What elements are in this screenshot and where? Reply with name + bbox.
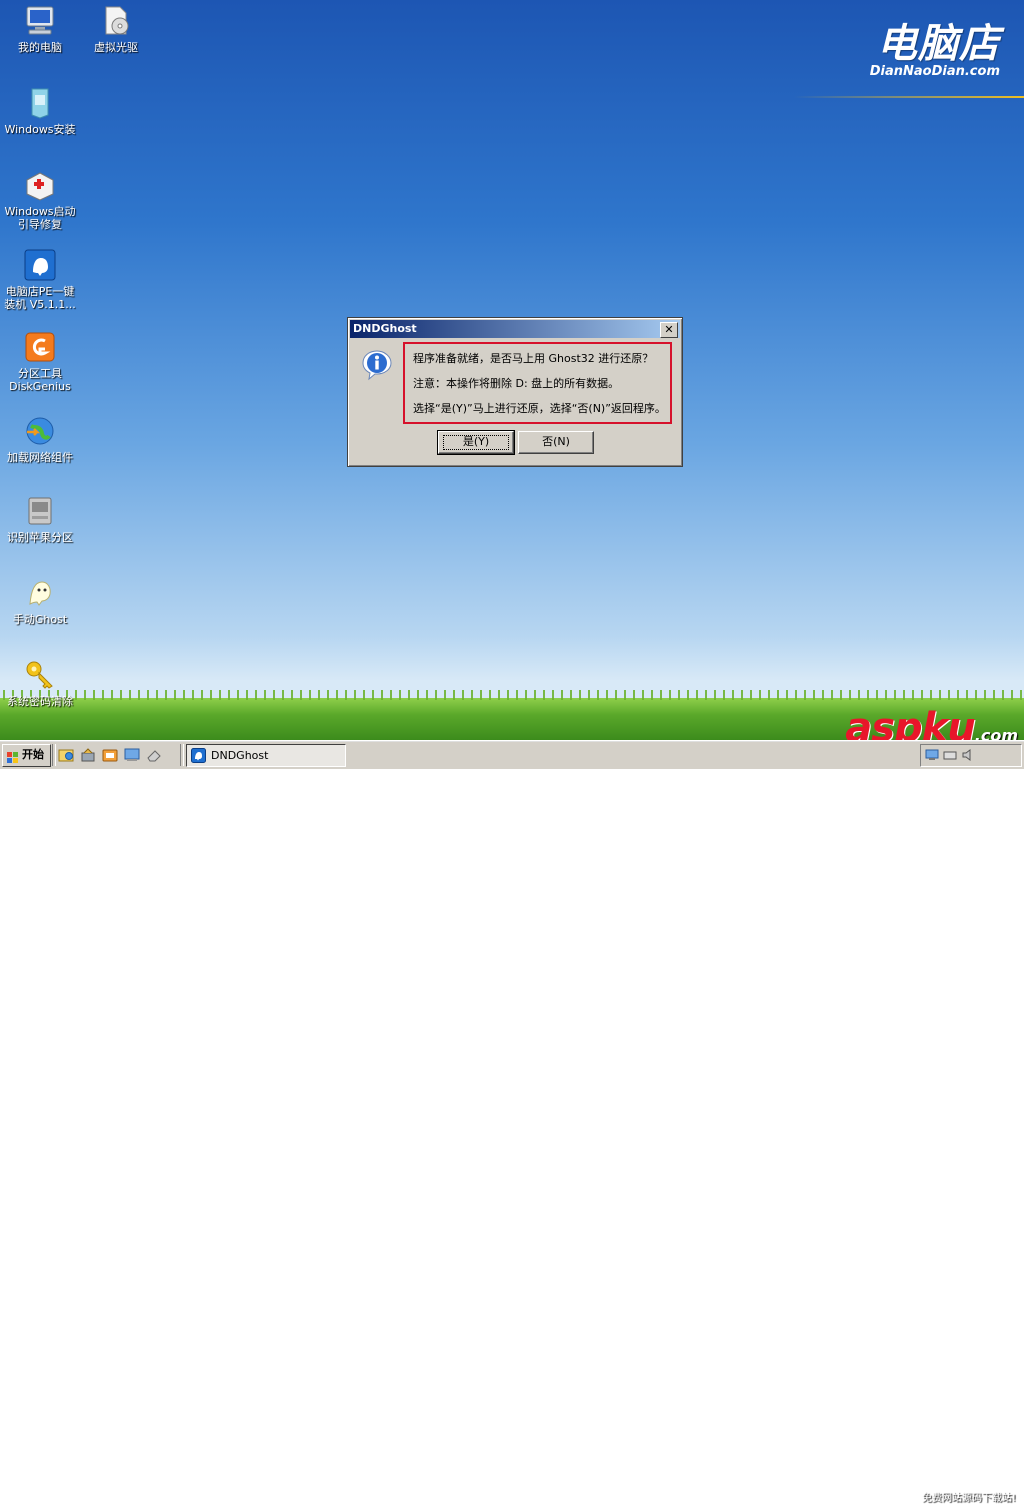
desktop-icon-password-clear[interactable]: 系统密码清除	[0, 658, 80, 708]
start-label: 开始	[22, 748, 44, 761]
watermark-main: aspku	[845, 705, 976, 740]
virtual-cd-icon	[99, 4, 133, 38]
desktop-icon-my-computer[interactable]: 我的电脑	[0, 4, 80, 54]
desktop-icon-network[interactable]: 加载网络组件	[0, 414, 80, 464]
ghost-icon	[23, 576, 57, 610]
logo-chinese: 电脑店	[877, 21, 1000, 67]
volume-tray-icon[interactable]	[961, 748, 975, 762]
desktop-icon-virtual-drive[interactable]: 虚拟光驱	[76, 4, 156, 54]
quicklaunch-folder-icon[interactable]	[102, 747, 118, 763]
no-button-label: 否(N)	[542, 435, 570, 448]
hard-drive-icon	[23, 494, 57, 528]
yes-button[interactable]: 是(Y)	[437, 430, 515, 455]
desktop-icon-pe-installer[interactable]: 电脑店PE一键 装机 V5.1.1...	[0, 248, 80, 311]
info-icon	[361, 349, 393, 381]
quicklaunch-tools-icon[interactable]	[80, 747, 96, 763]
taskbar-item-dndghost[interactable]: DNDGhost	[186, 744, 346, 767]
desktop-icon-windows-install[interactable]: Windows安装	[0, 86, 80, 136]
windows-logo-icon	[7, 750, 18, 763]
first-aid-kit-icon	[23, 168, 57, 202]
message-line-instruction: 选择“是(Y)”马上进行还原，选择“否(N)”返回程序。	[413, 402, 666, 415]
dndghost-app-icon	[191, 748, 206, 763]
taskbar-item-label: DNDGhost	[211, 749, 269, 762]
taskbar-separator	[180, 744, 184, 766]
logo-english: DianNaoDian.com	[869, 64, 1000, 79]
quicklaunch-network-icon[interactable]	[124, 747, 140, 763]
desktop-icon-manual-ghost[interactable]: 手动Ghost	[0, 576, 80, 626]
diskgenius-icon	[23, 330, 57, 364]
quicklaunch-explorer-icon[interactable]	[58, 747, 74, 763]
globe-network-icon	[23, 414, 57, 448]
close-icon: ✕	[664, 323, 674, 336]
quicklaunch-eraser-icon[interactable]	[146, 747, 162, 763]
desktop-icon-boot-repair[interactable]: Windows启动 引导修复	[0, 168, 80, 231]
focus-rect	[443, 435, 509, 450]
taskbar: 开始 DNDGhost 免费网站源码下载站!	[0, 740, 1024, 1504]
start-button[interactable]: 开始	[2, 744, 51, 767]
windows-install-icon	[23, 86, 57, 120]
watermark-subtitle: 免费网站源码下载站!	[921, 1493, 1016, 1504]
no-button[interactable]: 否(N)	[518, 431, 594, 454]
system-tray	[920, 744, 1022, 767]
watermark-logo: aspku.com	[845, 708, 1018, 740]
brand-logo: 电脑店 DianNaoDian.com	[870, 22, 1000, 80]
ghost-app-icon	[23, 248, 57, 282]
dialog-titlebar[interactable]: DNDGhost ✕	[350, 320, 680, 338]
computer-icon	[23, 4, 57, 38]
message-line-ready: 程序准备就绪，是否马上用 Ghost32 进行还原？	[413, 352, 654, 365]
dialog-title: DNDGhost	[353, 322, 417, 335]
keyboard-tray-icon[interactable]	[943, 748, 957, 762]
ghost-confirm-dialog: DNDGhost ✕ 程序准备就绪，是否马上用 Ghost32 进行还原？ 注意…	[347, 317, 683, 467]
logo-underline	[794, 96, 1024, 98]
watermark-suffix: .com	[974, 726, 1018, 740]
network-tray-icon[interactable]	[925, 748, 939, 762]
message-line-warning: 注意：本操作将删除 D: 盘上的所有数据。	[413, 377, 620, 390]
taskbar-separator	[52, 744, 56, 766]
close-button[interactable]: ✕	[660, 322, 678, 338]
message-highlight-box: 程序准备就绪，是否马上用 Ghost32 进行还原？ 注意：本操作将删除 D: …	[403, 342, 672, 424]
desktop-icon-diskgenius[interactable]: 分区工具 DiskGenius	[0, 330, 80, 393]
desktop: 电脑店 DianNaoDian.com 我的电脑 虚拟光驱 Windows安装 …	[0, 0, 1024, 740]
desktop-icon-mac-partition[interactable]: 识别苹果分区	[0, 494, 80, 544]
key-icon	[23, 658, 57, 692]
